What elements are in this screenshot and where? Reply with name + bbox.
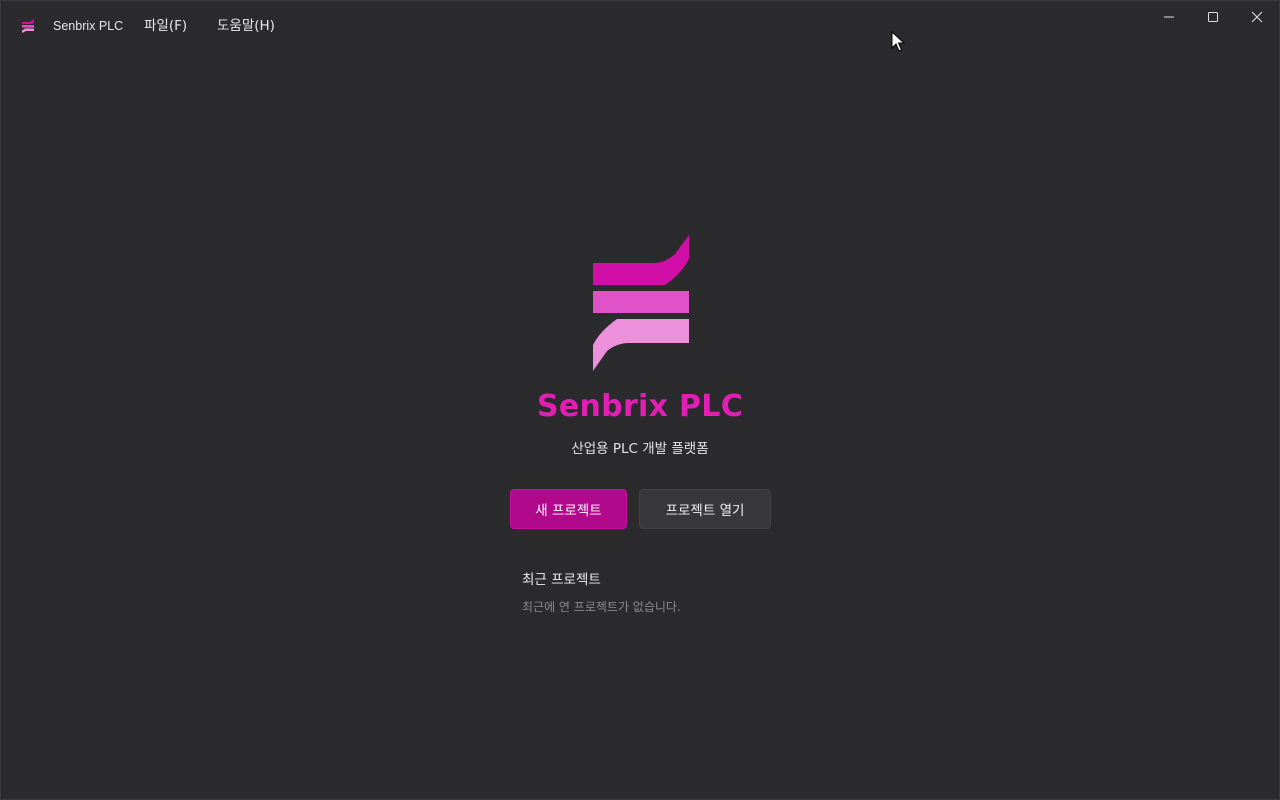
senbrix-logo xyxy=(593,235,689,371)
menu-file[interactable]: 파일(F) xyxy=(142,16,189,36)
menu-help[interactable]: 도움말(H) xyxy=(215,16,277,36)
window-title: Senbrix PLC xyxy=(53,19,124,33)
new-project-button[interactable]: 새 프로젝트 xyxy=(510,489,627,529)
mouse-cursor-icon xyxy=(891,31,905,52)
minimize-icon xyxy=(1164,16,1174,18)
recent-projects-empty: 최근에 연 프로젝트가 없습니다. xyxy=(522,600,681,614)
app-logo-icon xyxy=(22,19,34,33)
maximize-button[interactable] xyxy=(1191,1,1235,33)
app-subtitle: 산업용 PLC 개발 플랫폼 xyxy=(571,441,709,457)
close-button[interactable] xyxy=(1235,1,1279,33)
minimize-button[interactable] xyxy=(1147,1,1191,33)
title-bar[interactable]: Senbrix PLC 파일(F) 도움말(H) xyxy=(1,1,1279,49)
app-window: Senbrix PLC 파일(F) 도움말(H) Senbrix PLC 산업용… xyxy=(0,0,1280,800)
app-brand-title: Senbrix PLC xyxy=(536,389,744,424)
recent-projects-heading: 최근 프로젝트 xyxy=(522,572,601,588)
maximize-icon xyxy=(1208,12,1218,22)
open-project-button[interactable]: 프로젝트 열기 xyxy=(639,489,771,529)
close-icon xyxy=(1251,11,1263,23)
